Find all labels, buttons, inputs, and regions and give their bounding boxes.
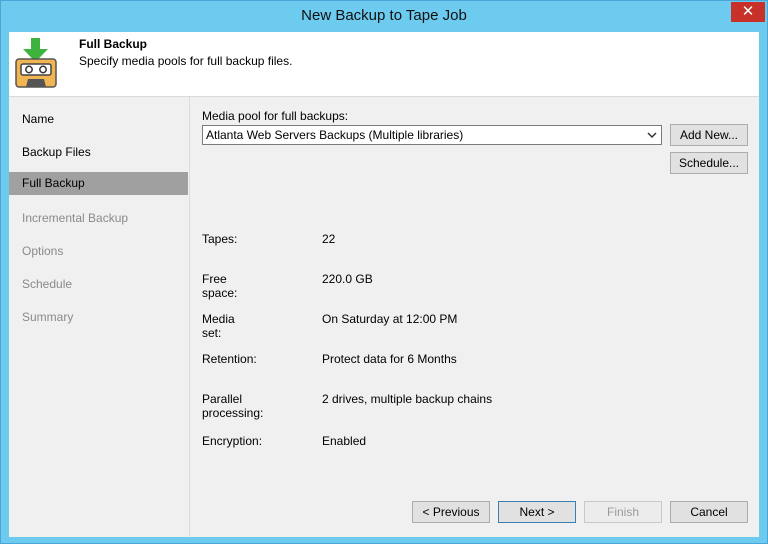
media-pool-label: Media pool for full backups:	[202, 109, 349, 123]
wizard-content: Full Backup Specify media pools for full…	[9, 32, 759, 537]
previous-button[interactable]: < Previous	[412, 501, 490, 523]
add-new-button[interactable]: Add New...	[670, 124, 748, 146]
title-bar[interactable]: New Backup to Tape Job ✕	[1, 1, 767, 31]
info-value: 22	[322, 232, 336, 246]
schedule-button[interactable]: Schedule...	[670, 152, 748, 174]
info-value: 2 drives, multiple backup chains	[322, 392, 493, 406]
nav-step-options: Options	[22, 244, 64, 258]
wizard-window: New Backup to Tape Job ✕ Full Backup Spe…	[0, 0, 768, 544]
info-value: 220.0 GB	[322, 272, 373, 286]
media-pool-select[interactable]: Atlanta Web Servers Backups (Multiple li…	[202, 125, 662, 145]
page-title: Full Backup	[79, 37, 148, 51]
nav-step-name[interactable]: Name	[9, 108, 187, 130]
info-key: Free space:	[202, 272, 238, 300]
info-key: Retention:	[202, 352, 257, 366]
info-value: Enabled	[322, 434, 367, 448]
wizard-header: Full Backup Specify media pools for full…	[9, 32, 759, 97]
next-button[interactable]: Next >	[498, 501, 576, 523]
nav-step-full-backup[interactable]: Full Backup	[9, 172, 188, 195]
info-key: Parallel processing:	[202, 392, 264, 420]
wizard-footer: < Previous Next > Finish Cancel	[190, 482, 759, 537]
info-key: Tapes:	[202, 232, 238, 246]
cancel-button[interactable]: Cancel	[670, 501, 748, 523]
media-pool-value: Atlanta Web Servers Backups (Multiple li…	[206, 128, 464, 142]
window-title: New Backup to Tape Job	[301, 7, 467, 24]
nav-step-backup-files[interactable]: Backup Files	[9, 141, 187, 163]
nav-step-schedule: Schedule	[22, 277, 73, 291]
close-icon[interactable]: ✕	[731, 2, 765, 22]
nav-step-incremental-backup: Incremental Backup	[22, 211, 129, 225]
info-value: On Saturday at 12:00 PM	[322, 312, 458, 326]
info-value: Protect data for 6 Months	[322, 352, 457, 366]
wizard-steps-nav: Name Backup Files Full Backup Incrementa…	[9, 97, 190, 537]
chevron-down-icon[interactable]	[647, 129, 657, 139]
info-key: Media set:	[202, 312, 235, 340]
finish-button: Finish	[584, 501, 662, 523]
nav-step-summary: Summary	[22, 310, 74, 324]
tape-job-icon	[14, 37, 60, 91]
page-subtitle: Specify media pools for full backup file…	[79, 54, 293, 68]
info-key: Encryption:	[202, 434, 263, 448]
step-panel: Media pool for full backups: Atlanta Web…	[190, 97, 759, 482]
